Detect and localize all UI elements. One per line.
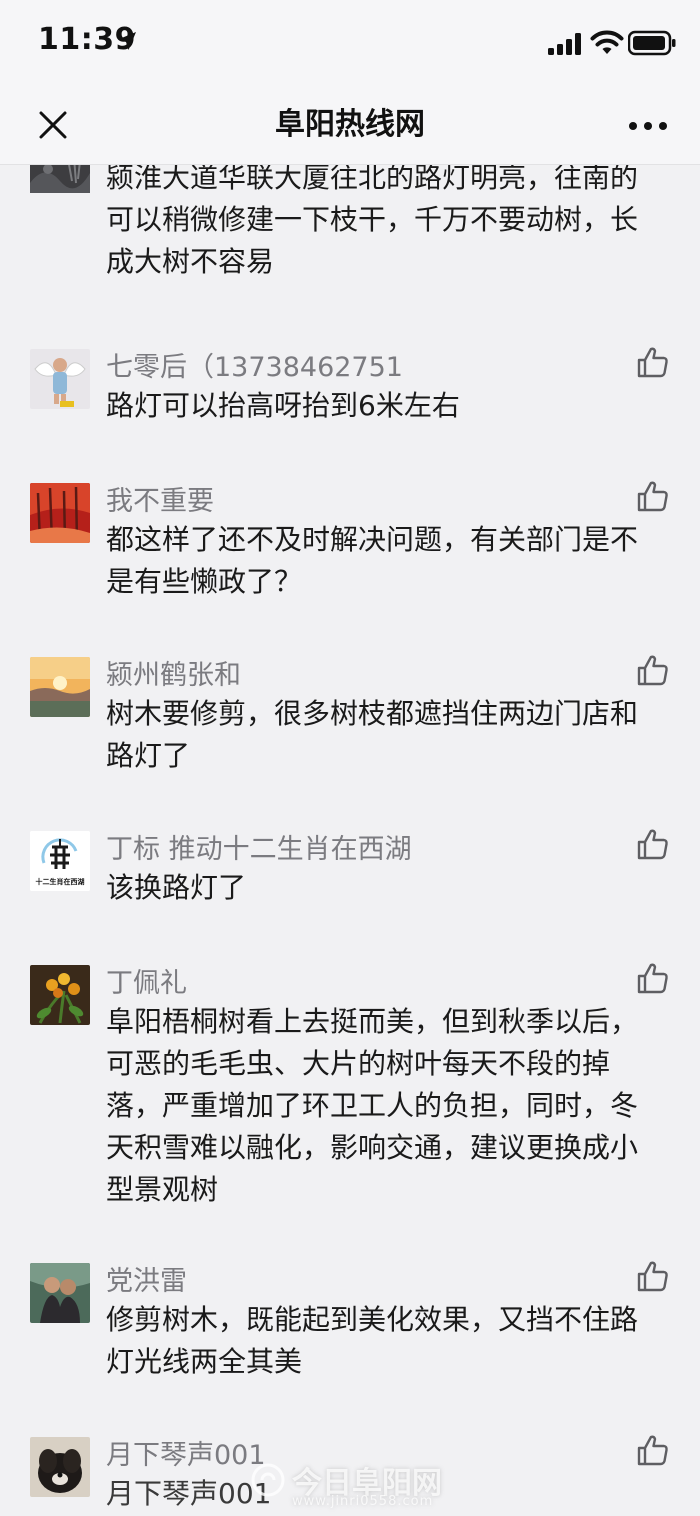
comment-username[interactable]: 我不重要 xyxy=(106,479,214,518)
more-options-button[interactable] xyxy=(620,106,676,146)
comment-text: 都这样了还不及时解决问题，有关部门是不是有些懒政了？ xyxy=(106,523,639,598)
comment-username[interactable]: 党洪雷 xyxy=(106,1259,187,1298)
avatar-image xyxy=(30,1263,90,1323)
avatar-image xyxy=(30,349,90,409)
like-thumb-icon[interactable] xyxy=(636,1433,670,1467)
comment-text: 该换路灯了 xyxy=(106,871,247,904)
comment-text: 路灯可以抬高呀抬到6米左右 xyxy=(106,389,460,422)
avatar-image xyxy=(30,483,90,543)
nav-bar: 阜阳热线网 xyxy=(0,86,700,165)
avatar[interactable] xyxy=(30,349,90,409)
more-dots-icon xyxy=(629,122,667,130)
avatar-image xyxy=(30,1437,90,1497)
wifi-icon xyxy=(590,30,624,54)
comment-text: 月下琴声001 xyxy=(106,1477,272,1510)
avatar-image xyxy=(30,165,90,193)
comment-text: 阜阳梧桐树看上去挺而美，但到秋季以后，可恶的毛毛虫、大片的树叶每天不段的掉落，严… xyxy=(106,1005,639,1206)
comment-username[interactable]: 七零后（13738462751 xyxy=(106,345,403,384)
comment-text: 颍淮大道华联大厦往北的路灯明亮，往南的可以稍微修建一下枝干，千万不要动树，长成大… xyxy=(106,165,639,278)
cellular-signal-icon xyxy=(548,33,581,55)
battery-icon xyxy=(628,30,676,56)
avatar-image xyxy=(30,657,90,717)
comment-username[interactable]: 月下琴声001 xyxy=(106,1433,266,1472)
avatar[interactable] xyxy=(30,165,90,213)
location-arrow-icon xyxy=(118,32,136,50)
like-thumb-icon[interactable] xyxy=(636,345,670,379)
avatar[interactable] xyxy=(30,657,90,717)
comment-list[interactable]: 颍淮大道华联大厦往北的路灯明亮，往南的可以稍微修建一下枝干，千万不要动树，长成大… xyxy=(0,165,700,1516)
avatar[interactable] xyxy=(30,483,90,543)
page-title: 阜阳热线网 xyxy=(275,107,425,142)
avatar[interactable] xyxy=(30,1437,90,1497)
avatar[interactable] xyxy=(30,965,90,1025)
comment-text: 修剪树木，既能起到美化效果，又挡不住路灯光线两全其美 xyxy=(106,1303,639,1378)
avatar-image xyxy=(30,965,90,1025)
close-button[interactable] xyxy=(28,104,78,146)
like-thumb-icon[interactable] xyxy=(636,653,670,687)
like-thumb-icon[interactable] xyxy=(636,827,670,861)
comment-username[interactable]: 丁佩礼 xyxy=(106,961,187,1000)
wechat-comments-screen: 11:39 阜阳热线网 颍淮大道华联大厦往北的路灯明亮，往南的可以稍微修建一下枝… xyxy=(0,0,700,1516)
status-bar: 11:39 xyxy=(0,0,700,86)
avatar-caption: 十二生肖在西湖 xyxy=(35,878,85,886)
close-icon xyxy=(39,111,67,139)
like-thumb-icon[interactable] xyxy=(636,1259,670,1293)
like-thumb-icon[interactable] xyxy=(636,961,670,995)
comment-text: 树木要修剪，很多树枝都遮挡住两边门店和路灯了 xyxy=(106,697,639,772)
avatar[interactable]: 十二生肖在西湖 xyxy=(30,831,90,891)
like-thumb-icon[interactable] xyxy=(636,479,670,513)
comment-username[interactable]: 丁标 推动十二生肖在西湖 xyxy=(106,827,412,866)
comment-username[interactable]: 颍州鹤张和 xyxy=(106,653,241,692)
avatar[interactable] xyxy=(30,1263,90,1323)
